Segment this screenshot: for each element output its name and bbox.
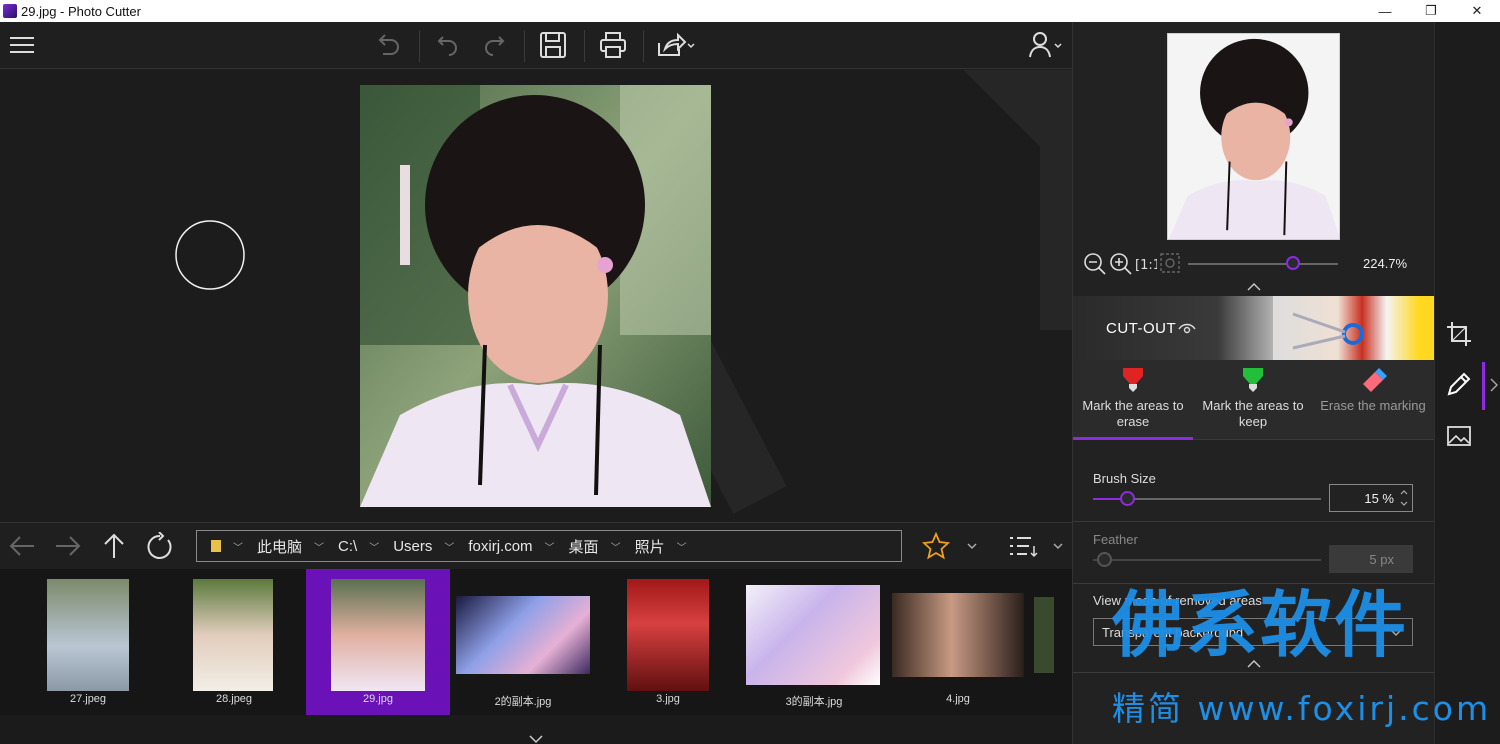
thumbnail-item[interactable]: 27.jpeg — [36, 569, 140, 715]
undo-icon[interactable] — [432, 30, 464, 60]
thumbnail-caption: 3的副本.jpg — [785, 696, 843, 708]
zoom-in-icon[interactable] — [1109, 252, 1133, 276]
eraser-icon — [1363, 368, 1387, 392]
eye-icon[interactable] — [1177, 322, 1197, 336]
feather-label: Feather — [1093, 532, 1138, 547]
edited-photo[interactable] — [360, 85, 711, 507]
thumbnail-image — [456, 596, 590, 674]
favorites-star-icon[interactable] — [922, 531, 982, 561]
close-button[interactable]: ✕ — [1454, 0, 1500, 22]
share-icon[interactable] — [656, 30, 696, 60]
thumbnail-caption: 4.jpg — [946, 693, 970, 705]
breadcrumb-item[interactable]: 桌面 ﹀ — [569, 536, 621, 557]
tool-label: Erase the marking — [1320, 398, 1426, 413]
thumbnail-item-selected[interactable]: 29.jpg — [306, 569, 450, 715]
brush-cursor-icon — [175, 220, 245, 290]
thumbnail-caption: 3.jpg — [656, 693, 680, 705]
thumbnail-caption: 27.jpeg — [69, 693, 107, 705]
expand-chevron-icon[interactable] — [528, 734, 544, 744]
red-marker-icon — [1123, 368, 1143, 392]
thumbnail-item[interactable]: 3.jpg — [616, 569, 720, 715]
title-bar: 29.jpg - Photo Cutter — ❐ ✕ — [0, 0, 1500, 22]
save-icon[interactable] — [537, 30, 569, 60]
background-image-icon[interactable] — [1443, 420, 1475, 452]
tool-label: Mark the areas to erase — [1082, 398, 1184, 429]
zoom-slider[interactable] — [1188, 263, 1338, 265]
collapse-chevron-icon[interactable] — [1247, 283, 1261, 291]
preview-thumbnail[interactable] — [1167, 33, 1340, 240]
zoom-value: 224.7% — [1363, 256, 1408, 271]
thumbnail-item[interactable]: 4.jpg — [890, 569, 1026, 715]
thumbnail-caption: 28.jpeg — [215, 693, 253, 705]
watermark-text: 佛系软件 — [1112, 583, 1409, 667]
marking-tools: Mark the areas to erase Mark the areas t… — [1073, 360, 1435, 440]
crop-icon[interactable] — [1443, 318, 1475, 350]
zoom-slider-knob[interactable] — [1286, 256, 1300, 270]
breadcrumb-item[interactable]: 此电脑 ﹀ — [257, 536, 324, 557]
breadcrumb-item[interactable]: Users ﹀ — [393, 538, 454, 555]
thumbnail-item[interactable]: 3的副本.jpg — [744, 569, 884, 715]
thumbnail-image — [331, 579, 425, 691]
undo-all-icon[interactable] — [372, 30, 404, 60]
file-navigation-bar: ﹀ 此电脑 ﹀ C:\ ﹀ Users ﹀ foxirj.com ﹀ 桌面 ﹀ 照片 ﹀ — [0, 522, 1072, 569]
svg-text:[1:1]: [1:1] — [1135, 258, 1157, 273]
zoom-controls: [1:1] 224.7% — [1073, 248, 1435, 278]
breadcrumb-item[interactable]: foxirj.com ﹀ — [468, 538, 554, 555]
thumbnail-partial[interactable] — [1034, 597, 1054, 673]
brush-size-label: Brush Size — [1093, 471, 1156, 486]
watermark-url: 精简 www.foxirj.com — [1112, 689, 1492, 728]
zoom-out-icon[interactable] — [1083, 252, 1107, 276]
thumbnail-caption: 2的副本.jpg — [494, 696, 552, 708]
cutout-banner[interactable]: CUT-OUT — [1073, 296, 1435, 360]
back-arrow-icon[interactable] — [6, 531, 38, 561]
active-side-indicator — [1482, 362, 1485, 410]
tool-erase-marking[interactable]: Erase the marking — [1313, 360, 1433, 440]
actual-size-icon[interactable]: [1:1] — [1133, 252, 1157, 276]
refresh-icon[interactable] — [144, 531, 176, 561]
thumbnail-caption: 29.jpg — [363, 693, 393, 705]
maximize-button[interactable]: ❐ — [1408, 0, 1454, 22]
thumbnail-image — [746, 585, 880, 685]
green-marker-icon — [1243, 368, 1263, 392]
tool-mark-keep[interactable]: Mark the areas to keep — [1193, 360, 1313, 440]
folder-icon[interactable]: ﹀ — [211, 539, 243, 554]
thumbnail-image — [47, 579, 129, 691]
fit-to-window-icon[interactable] — [1159, 252, 1183, 276]
brush-size-input[interactable]: 15 % — [1329, 484, 1413, 512]
cutout-title: CUT-OUT — [1106, 320, 1177, 337]
redo-icon[interactable] — [478, 30, 510, 60]
feather-knob[interactable] — [1097, 552, 1113, 567]
thumbnail-image — [627, 579, 709, 691]
thumbnail-image — [193, 579, 273, 691]
minimize-button[interactable]: — — [1362, 0, 1408, 22]
forward-arrow-icon[interactable] — [52, 531, 84, 561]
main-toolbar — [0, 22, 1072, 69]
menu-icon[interactable] — [6, 30, 38, 60]
print-icon[interactable] — [597, 30, 629, 60]
user-icon[interactable] — [1028, 30, 1068, 60]
brush-size-knob[interactable] — [1120, 491, 1136, 506]
feather-slider[interactable] — [1093, 559, 1321, 561]
sort-list-icon[interactable] — [1006, 531, 1066, 561]
cutout-brush-icon[interactable] — [1443, 368, 1475, 400]
thumbnail-strip: 27.jpeg 28.jpeg 29.jpg 2的副本.jpg 3.jpg 3的… — [0, 569, 1072, 715]
bottom-bar — [0, 715, 1072, 744]
path-breadcrumb[interactable]: ﹀ 此电脑 ﹀ C:\ ﹀ Users ﹀ foxirj.com ﹀ 桌面 ﹀ 照片 ﹀ — [196, 530, 902, 562]
scissors-icon — [1292, 312, 1363, 350]
thumbnail-image — [892, 593, 1024, 677]
tool-mark-erase[interactable]: Mark the areas to erase — [1073, 360, 1193, 440]
up-arrow-icon[interactable] — [98, 531, 130, 561]
breadcrumb-item[interactable]: C:\ ﹀ — [338, 538, 379, 555]
image-canvas[interactable] — [0, 70, 1072, 522]
app-icon — [3, 4, 17, 18]
side-toolbar — [1434, 22, 1500, 744]
chevron-right-icon[interactable] — [1489, 378, 1499, 392]
thumbnail-item[interactable]: 28.jpeg — [182, 569, 286, 715]
spinner-icon[interactable] — [1399, 486, 1409, 510]
breadcrumb-item[interactable]: 照片 ﹀ — [635, 536, 687, 557]
thumbnail-item[interactable]: 2的副本.jpg — [452, 569, 594, 715]
active-tool-indicator — [1073, 437, 1193, 440]
tool-label: Mark the areas to keep — [1202, 398, 1304, 429]
window-title: 29.jpg - Photo Cutter — [21, 3, 141, 19]
